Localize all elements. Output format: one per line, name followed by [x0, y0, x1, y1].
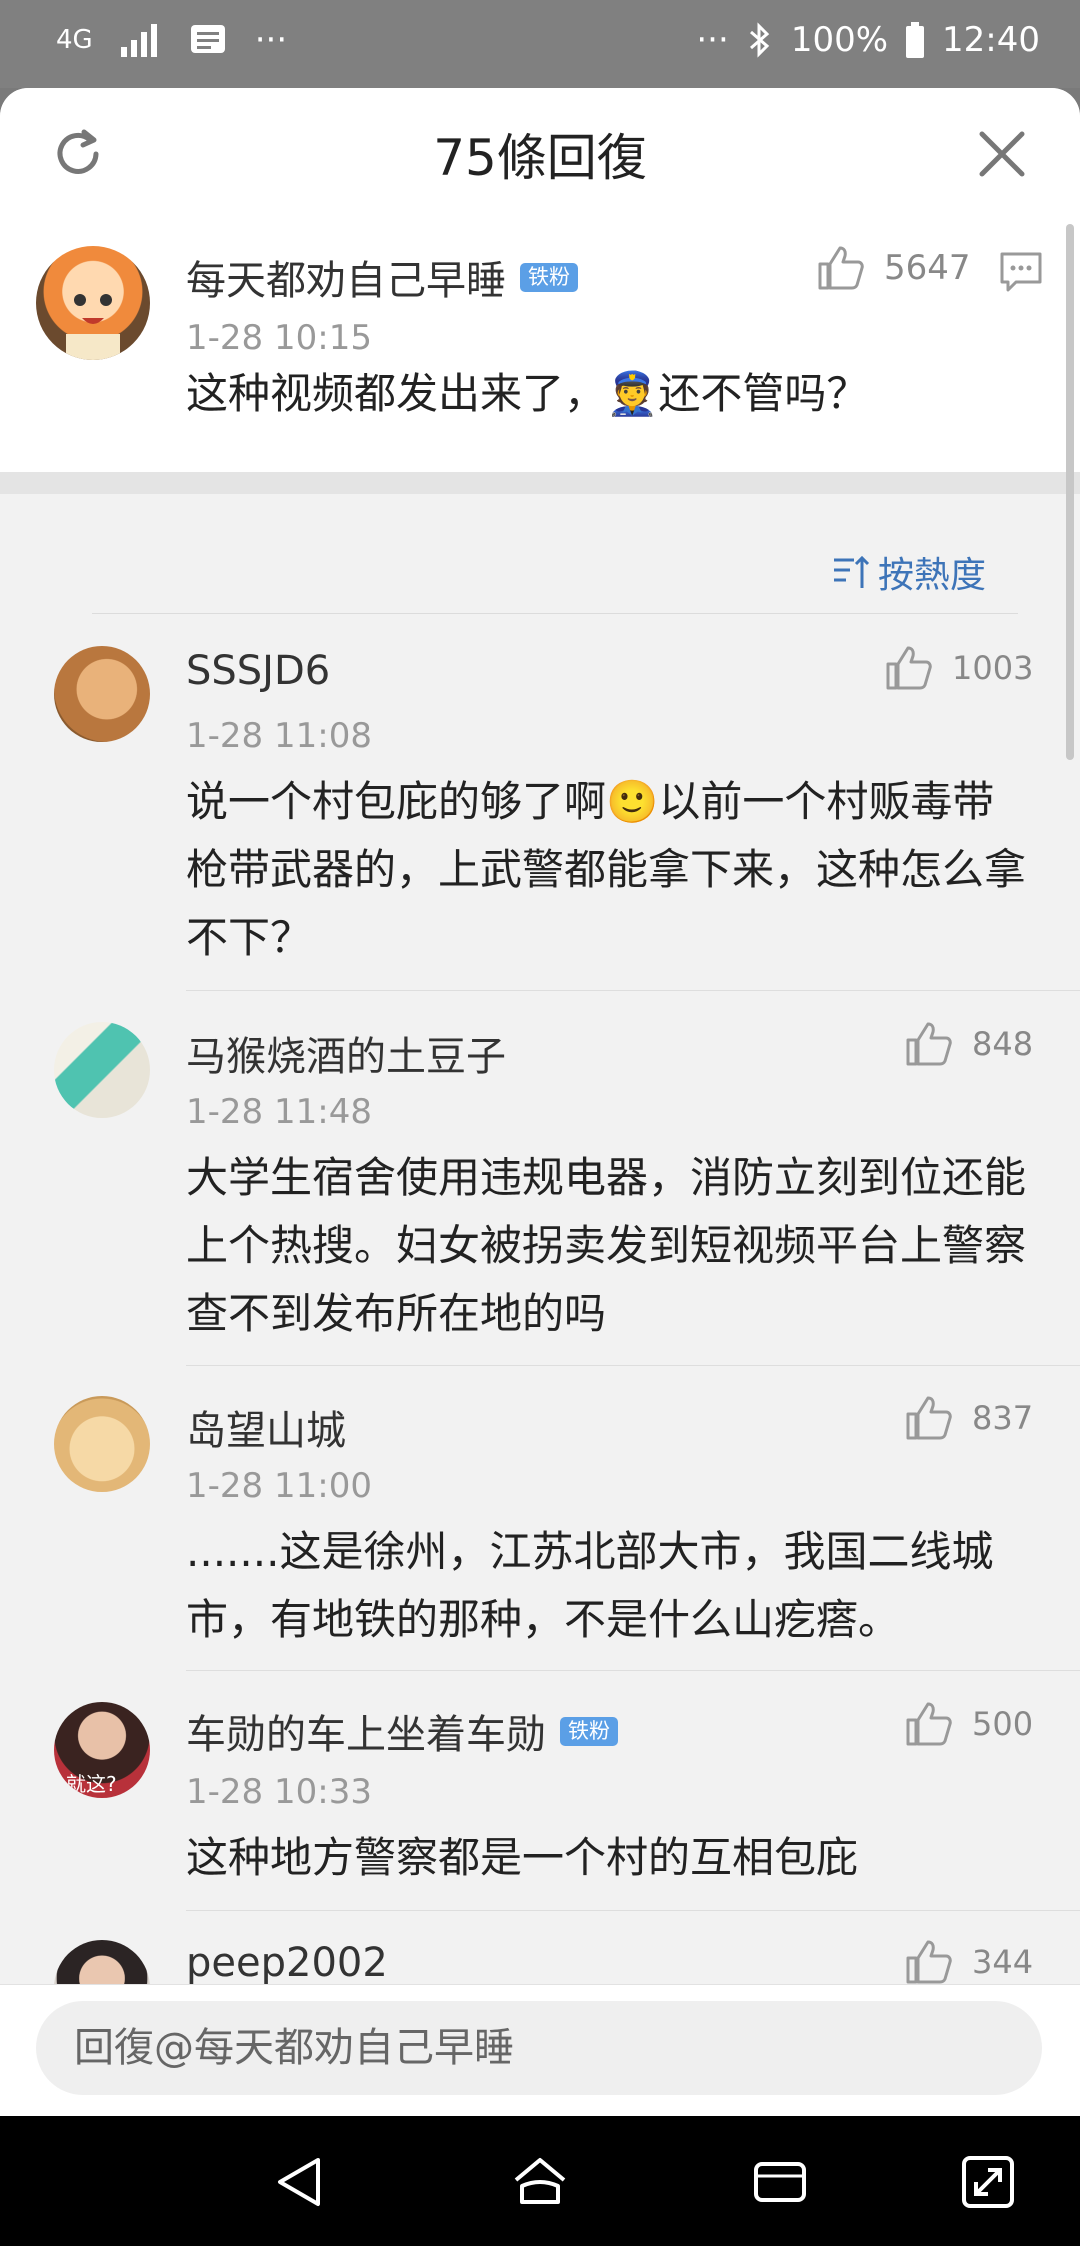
- comment-time: 1-28 11:48: [186, 1092, 372, 1132]
- scrollbar[interactable]: [1066, 224, 1074, 760]
- comment-time: 1-28 10:33: [186, 1772, 372, 1812]
- thumbs-up-icon: [904, 1700, 952, 1748]
- comment-text: 这种地方警察都是一个村的互相包庇: [186, 1833, 859, 1882]
- battery-percent: 100%: [790, 20, 889, 60]
- comment-time: 1-28 10:15: [186, 318, 372, 358]
- smile-emoji-icon: 🙂: [606, 777, 659, 826]
- like-count: 5647: [884, 248, 971, 288]
- avatar[interactable]: [54, 646, 150, 742]
- like-button[interactable]: 500: [904, 1700, 1033, 1748]
- thumbs-up-icon: [816, 244, 864, 292]
- comment-time: 1-28 11:08: [186, 716, 372, 756]
- like-count: 500: [972, 1705, 1034, 1743]
- clock: 12:40: [942, 20, 1040, 60]
- sheet-header: 75條回復: [0, 88, 1080, 219]
- comment-username[interactable]: 马猴烧酒的土豆子: [186, 1024, 506, 1082]
- comment-username[interactable]: 每天都劝自己早睡: [186, 248, 506, 306]
- comment-text: .......这是徐州，江苏北部大市，我国二线城市，有地铁的那种，不是什么山疙瘩…: [186, 1527, 994, 1644]
- sort-icon: [832, 554, 870, 590]
- home-icon[interactable]: [510, 2152, 570, 2212]
- comment-text: 这种视频都发出来了，👮还不管吗？: [186, 369, 869, 418]
- divider: [186, 990, 1080, 991]
- like-button[interactable]: 344: [904, 1938, 1033, 1986]
- thumbs-up-icon: [904, 1020, 952, 1068]
- page-title: 75條回復: [433, 129, 647, 187]
- more-status: ···: [696, 20, 729, 60]
- main-comment: 每天都劝自己早睡 铁粉 1-28 10:15 5647 这种视频都发出来了，👮还…: [0, 218, 1080, 472]
- like-button[interactable]: 5647: [816, 244, 971, 292]
- battery-icon: [906, 22, 925, 58]
- message-icon: [189, 23, 227, 57]
- close-icon[interactable]: [974, 126, 1030, 182]
- reply-input[interactable]: [36, 2001, 1042, 2095]
- avatar-caption: 就这?: [66, 1772, 117, 1796]
- divider: [186, 1670, 1080, 1671]
- fan-badge: 铁粉: [520, 262, 578, 292]
- like-button[interactable]: 848: [904, 1020, 1033, 1068]
- navigation-bar: [0, 2116, 1080, 2246]
- comment-username[interactable]: 车勋的车上坐着车勋: [186, 1702, 546, 1760]
- sort-label: 按熱度: [877, 555, 986, 596]
- section-divider: [0, 472, 1080, 494]
- like-button[interactable]: 837: [904, 1394, 1033, 1442]
- sort-button[interactable]: 按熱度: [832, 546, 986, 598]
- like-count: 848: [972, 1025, 1034, 1063]
- more-notifications: ···: [254, 20, 288, 60]
- bluetooth-icon: [747, 22, 773, 58]
- comment-icon[interactable]: [998, 248, 1044, 294]
- thumbs-up-icon: [904, 1938, 952, 1986]
- like-button[interactable]: 1003: [884, 644, 1033, 692]
- avatar[interactable]: [36, 246, 150, 360]
- sort-divider: [92, 613, 1018, 614]
- recents-icon[interactable]: [750, 2152, 810, 2212]
- like-count: 837: [972, 1399, 1034, 1437]
- thumbs-up-icon: [904, 1394, 952, 1442]
- avatar[interactable]: [54, 1022, 150, 1118]
- divider: [186, 1910, 1080, 1911]
- like-count: 1003: [952, 649, 1034, 687]
- comment-time: 1-28 11:00: [186, 1466, 372, 1506]
- reply-bar: [0, 1984, 1080, 2116]
- fan-badge: 铁粉: [560, 1716, 618, 1746]
- signal-icon: [120, 23, 161, 57]
- comment-username[interactable]: peep2002: [186, 1940, 388, 1986]
- avatar[interactable]: [54, 1396, 150, 1492]
- rotate-icon[interactable]: [958, 2152, 1018, 2212]
- divider: [186, 1365, 1080, 1366]
- comments-sheet: 75條回復 每天都劝自己早睡 铁粉 1-28 10:15 5647 这种视频都发…: [0, 88, 1080, 2116]
- police-emoji-icon: 👮: [606, 369, 659, 418]
- comment-username[interactable]: 岛望山城: [186, 1398, 346, 1456]
- network-indicator: 4G: [56, 25, 93, 55]
- like-count: 344: [972, 1943, 1034, 1981]
- comment-text: 说一个村包庇的够了啊🙂以前一个村贩毒带枪带武器的，上武警都能拿下来，这种怎么拿不…: [186, 777, 1027, 962]
- comment-text: 大学生宿舍使用违规电器，消防立刻到位还能上个热搜。妇女被拐卖发到短视频平台上警察…: [186, 1153, 1027, 1338]
- avatar[interactable]: 就这?: [54, 1702, 150, 1798]
- thumbs-up-icon: [884, 644, 932, 692]
- status-bar: 4G ··· ··· 100% 12:40: [0, 0, 1080, 88]
- comment-username[interactable]: SSSJD6: [186, 648, 330, 694]
- back-icon[interactable]: [270, 2152, 330, 2212]
